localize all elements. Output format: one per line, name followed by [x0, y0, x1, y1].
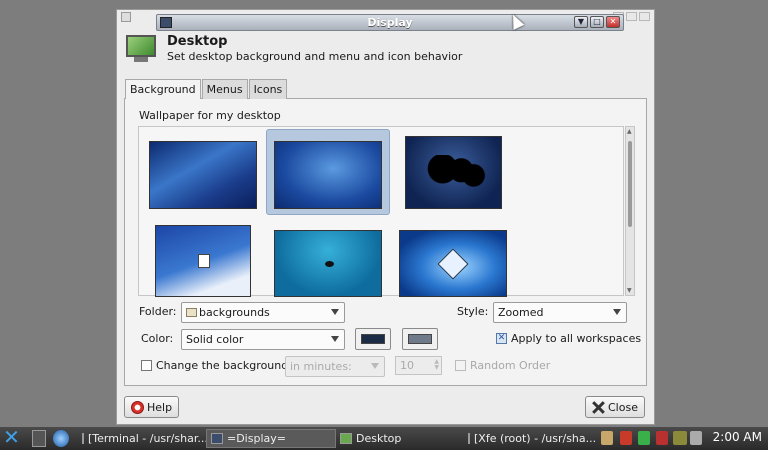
maximize-icon[interactable] — [626, 12, 637, 21]
style-label: Style: — [457, 305, 489, 318]
secondary-color-swatch — [408, 334, 432, 344]
folder-value: backgrounds — [199, 306, 270, 319]
taskbar: ✕ [Terminal - /usr/shar... =Display= Des… — [0, 427, 768, 450]
secondary-color-button[interactable] — [402, 328, 438, 350]
desktop-settings-icon — [122, 33, 158, 63]
scrollbar-thumb[interactable] — [628, 141, 632, 227]
window-titlebar[interactable]: Display ▼ □ ✕ — [156, 14, 624, 31]
folder-icon — [186, 308, 197, 317]
taskbar-task[interactable]: [Xfe (root) - /usr/sha... — [464, 429, 598, 448]
window-title: Display — [367, 16, 413, 29]
tab-background[interactable]: Background — [125, 79, 201, 99]
update-icon[interactable] — [656, 431, 668, 445]
volume-muted-icon[interactable] — [690, 431, 702, 445]
color-label: Color: — [141, 332, 174, 345]
chevron-down-icon — [371, 363, 379, 369]
interval-unit-value: in minutes: — [290, 360, 352, 373]
wallpaper-thumb[interactable] — [155, 225, 251, 297]
wallpaper-label: Wallpaper for my desktop — [139, 109, 281, 122]
maximize-button[interactable]: □ — [590, 16, 604, 28]
display-icon — [211, 433, 223, 444]
folder-select[interactable]: backgrounds — [181, 302, 345, 323]
close-icon[interactable] — [639, 12, 650, 21]
style-select[interactable]: Zoomed — [493, 302, 627, 323]
app-icon — [121, 12, 131, 22]
shield-icon[interactable] — [620, 431, 632, 445]
close-button[interactable]: Close — [585, 396, 645, 418]
tab-icons[interactable]: Icons — [248, 79, 288, 99]
color-mode-select[interactable]: Solid color — [181, 329, 345, 350]
color-mode-value: Solid color — [186, 333, 244, 346]
wallpaper-thumb[interactable] — [405, 136, 502, 209]
apply-all-label: Apply to all workspaces — [511, 332, 642, 345]
help-button[interactable]: Help — [124, 396, 180, 418]
desktop-icon — [340, 433, 352, 444]
wallpaper-thumb[interactable] — [274, 230, 382, 297]
gallery-scrollbar[interactable]: ▲ ▼ — [625, 126, 635, 296]
tab-menus[interactable]: Menus — [201, 79, 248, 99]
change-background-checkbox[interactable] — [141, 360, 152, 371]
taskbar-task[interactable]: Desktop — [336, 429, 464, 448]
wallpaper-thumb-selected[interactable] — [274, 141, 382, 209]
header-title: Desktop — [167, 34, 228, 49]
taskbar-task[interactable]: [Terminal - /usr/shar... — [78, 429, 206, 448]
task-label: Desktop — [356, 432, 402, 445]
terminal-icon — [82, 433, 84, 444]
start-menu-icon[interactable]: ✕ — [2, 427, 21, 448]
file-manager-icon — [468, 433, 470, 444]
style-value: Zoomed — [498, 306, 544, 319]
random-order-checkbox[interactable] — [455, 360, 466, 371]
apply-all-checkbox[interactable]: ✕ — [496, 333, 507, 344]
wallpaper-thumb[interactable] — [149, 141, 257, 209]
help-label: Help — [147, 400, 173, 414]
task-label: =Display= — [227, 432, 286, 445]
browser-launcher-icon[interactable] — [53, 430, 69, 447]
task-label: [Terminal - /usr/shar... — [88, 432, 206, 445]
tab-bar: Background Menus Icons — [125, 79, 288, 99]
interval-unit-select[interactable]: in minutes: — [285, 356, 385, 377]
interval-number-spinner[interactable]: 10 ▲ ▼ — [395, 356, 442, 375]
change-background-label: Change the background — [156, 359, 289, 372]
minimize-button[interactable]: ▼ — [574, 16, 588, 28]
folder-label: Folder: — [139, 305, 177, 318]
close-window-button[interactable]: ✕ — [606, 16, 620, 28]
taskbar-task-active[interactable]: =Display= — [206, 429, 336, 448]
chevron-down-icon — [613, 309, 621, 315]
close-label: Close — [608, 400, 638, 414]
wallpaper-thumb[interactable] — [399, 230, 507, 297]
task-label: [Xfe (root) - /usr/sha... — [474, 432, 597, 445]
scroll-down-icon[interactable]: ▼ — [627, 287, 632, 294]
chevron-down-icon — [331, 336, 339, 342]
network-icon[interactable] — [673, 431, 687, 445]
scroll-up-icon[interactable]: ▲ — [627, 128, 632, 135]
primary-color-button[interactable] — [355, 328, 391, 350]
help-icon — [131, 400, 144, 414]
interval-number-value: 10 — [400, 359, 414, 372]
terminal-launcher-icon[interactable] — [32, 430, 46, 447]
random-order-label: Random Order — [470, 359, 551, 372]
spinner-arrows-icon[interactable]: ▲ ▼ — [434, 359, 439, 371]
chevron-down-icon — [331, 309, 339, 315]
clock[interactable]: 2:00 AM — [713, 430, 762, 444]
battery-icon[interactable] — [638, 431, 650, 445]
primary-color-swatch — [361, 334, 385, 344]
header-subtitle: Set desktop background and menu and icon… — [167, 50, 463, 63]
clipboard-icon[interactable] — [601, 431, 613, 445]
close-icon — [592, 401, 605, 414]
